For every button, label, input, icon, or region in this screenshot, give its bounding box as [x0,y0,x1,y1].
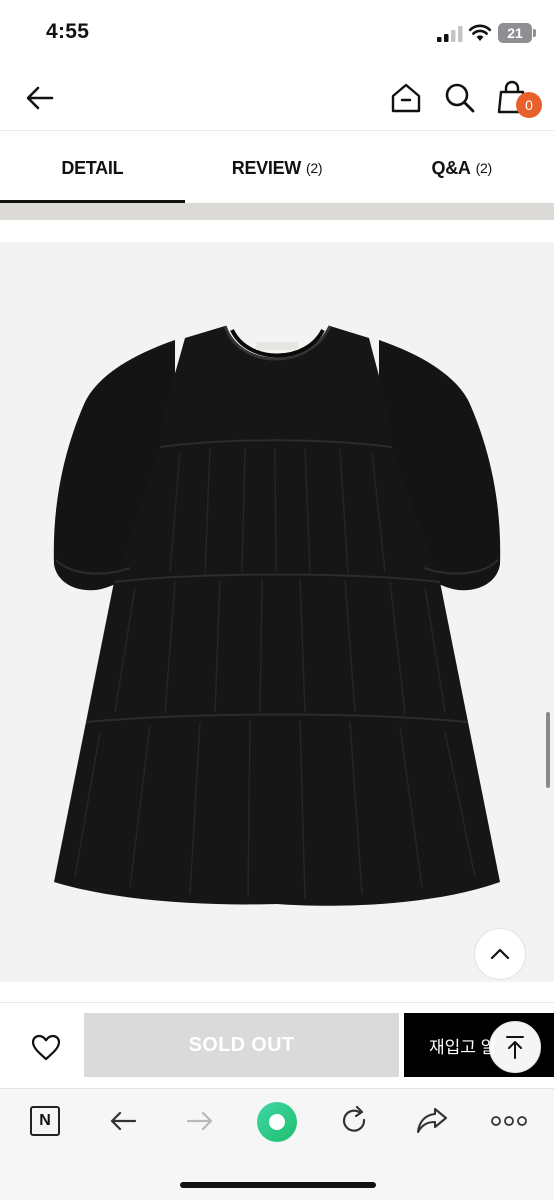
status-time: 4:55 [46,20,90,43]
tab-review[interactable]: REVIEW (2) [185,131,370,205]
cart-button[interactable]: 0 [494,78,542,118]
status-bar: 4:55 21 [0,0,554,66]
wifi-icon [469,24,491,41]
tab-review-label: REVIEW [231,157,302,178]
sold-out-button[interactable]: SOLD OUT [84,1013,399,1077]
product-image [53,325,501,906]
naver-home-button[interactable]: N [27,1103,63,1139]
arrow-up-to-top-icon [506,1036,524,1059]
home-icon[interactable] [388,80,424,116]
tab-review-count: (2) [306,160,323,176]
chevron-up-icon [490,948,510,960]
more-icon[interactable] [489,1103,529,1139]
tab-detail[interactable]: DETAIL [0,131,185,205]
product-image-area [0,242,554,982]
scroll-up-button[interactable] [474,928,526,980]
tab-qna[interactable]: Q&A (2) [369,131,554,205]
share-icon[interactable] [414,1103,450,1139]
heart-icon[interactable] [28,1029,64,1065]
reload-icon[interactable] [336,1103,372,1139]
browser-toolbar: N [0,1088,554,1200]
app-header: 0 [0,66,554,130]
scroll-to-top-button[interactable] [489,1021,541,1073]
cart-count-badge: 0 [516,92,542,118]
battery-indicator: 21 [498,23,532,43]
tab-qna-count: (2) [475,160,493,176]
forward-arrow-icon[interactable] [182,1103,218,1139]
tab-detail-label: DETAIL [61,157,124,178]
battery-cap [533,29,536,37]
naver-n-icon: N [30,1106,60,1136]
home-indicator [180,1182,376,1188]
search-icon[interactable] [442,80,478,116]
product-tabs: DETAIL REVIEW (2) Q&A (2) [0,130,554,204]
restock-alert-label: 재입고 알 [429,1037,497,1057]
signal-icon [437,26,463,42]
purchase-bar: SOLD OUT 재입고 알 [0,1002,554,1088]
section-divider [0,203,554,220]
back-arrow-icon[interactable] [22,80,58,116]
tab-qna-label: Q&A [431,157,471,178]
green-dot-button[interactable] [256,1101,298,1143]
scroll-indicator[interactable] [546,712,550,788]
browser-back-icon[interactable] [105,1103,141,1139]
